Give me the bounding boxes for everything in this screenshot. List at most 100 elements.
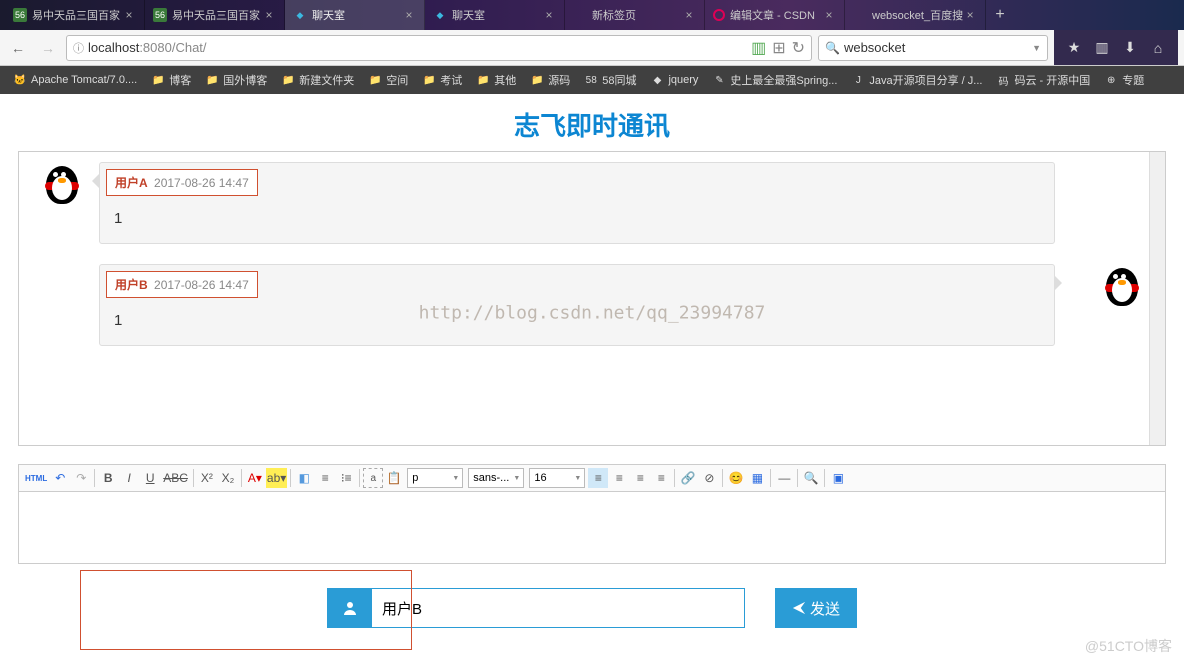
bookmark-label: 博客	[169, 72, 191, 88]
editor-toolbar: HTML ↶ ↷ B I U ABC X² X₂ A▾ ab▾ ◧ ≡ ⁝≡ a…	[18, 464, 1166, 492]
browser-tab[interactable]: 56易中天品三国百家×	[145, 0, 285, 30]
browser-tab[interactable]: 新标签页×	[565, 0, 705, 30]
fullscreen-button[interactable]: ▣	[828, 468, 848, 488]
find-button[interactable]: 🔍	[801, 468, 821, 488]
tab-title: websocket_百度搜	[872, 7, 963, 23]
redo-button[interactable]: ↷	[71, 468, 91, 488]
download-icon[interactable]: ⬇	[1120, 38, 1140, 58]
browser-tab[interactable]: ◆聊天室×	[285, 0, 425, 30]
paste-button[interactable]: 📋	[384, 468, 404, 488]
bookmark-item[interactable]: 🐱Apache Tomcat/7.0....	[8, 71, 142, 89]
message-body: 1	[100, 298, 1054, 345]
bookmark-icon: 📁	[205, 73, 219, 87]
qr-icon[interactable]: ⊞	[772, 38, 785, 58]
hr-button[interactable]: —	[774, 468, 794, 488]
bookmark-item[interactable]: 码码云 - 开源中国	[991, 70, 1095, 90]
bold-button[interactable]: B	[98, 468, 118, 488]
bookmark-item[interactable]: ◆ jquery	[645, 71, 703, 89]
reload-icon[interactable]: ↻	[792, 38, 805, 58]
close-icon[interactable]: ×	[402, 8, 416, 22]
bookmark-label: Apache Tomcat/7.0....	[31, 74, 137, 86]
bookmark-item[interactable]: JJava开源项目分享 / J...	[846, 70, 987, 90]
message-user: 用户B	[115, 278, 148, 292]
align-center-button[interactable]: ≡	[609, 468, 629, 488]
library-icon[interactable]: ▥	[1092, 38, 1112, 58]
bookmark-item[interactable]: ⊕专题	[1099, 70, 1149, 90]
tab-icon	[853, 8, 867, 22]
browser-tab[interactable]: ◆聊天室×	[425, 0, 565, 30]
editor-textarea[interactable]	[18, 492, 1166, 564]
align-justify-button[interactable]: ≡	[651, 468, 671, 488]
back-button[interactable]: ←	[6, 36, 30, 60]
tab-title: 编辑文章 - CSDN	[730, 7, 822, 23]
italic-button[interactable]: I	[119, 468, 139, 488]
bookmark-item[interactable]: 📁源码	[525, 70, 575, 90]
search-dropdown-icon[interactable]: ▼	[1032, 43, 1041, 53]
ul-button[interactable]: ⁝≡	[336, 468, 356, 488]
emoji-button[interactable]: 😊	[726, 468, 746, 488]
underline-button[interactable]: U	[140, 468, 160, 488]
star-icon[interactable]: ★	[1064, 38, 1084, 58]
format-select[interactable]: p	[407, 468, 463, 488]
size-select[interactable]: 16	[529, 468, 585, 488]
search-box[interactable]: 🔍 websocket ▼	[818, 35, 1048, 61]
chat-area: 用户A 2017-08-26 14:47 1 用户B 2017-08-26 14…	[18, 151, 1166, 446]
align-left-button[interactable]: ≡	[588, 468, 608, 488]
tab-title: 易中天品三国百家	[172, 7, 262, 23]
bookmark-icon: 📁	[151, 73, 165, 87]
select-button[interactable]: a	[363, 468, 383, 488]
url-bar[interactable]: ⓘ localhost :8080/Chat/ ▥ ⊞ ↻	[66, 35, 812, 61]
close-icon[interactable]: ×	[822, 8, 836, 22]
bookmark-item[interactable]: 📁其他	[471, 70, 521, 90]
bookmark-item[interactable]: 📁考试	[417, 70, 467, 90]
avatar	[39, 162, 85, 208]
tab-icon	[713, 9, 725, 21]
bookmark-item[interactable]: ✎史上最全最强Spring...	[707, 70, 842, 90]
strike-button[interactable]: ABC	[161, 468, 190, 488]
sup-button[interactable]: X²	[197, 468, 217, 488]
tab-title: 聊天室	[452, 7, 542, 23]
close-icon[interactable]: ×	[682, 8, 696, 22]
message-user: 用户A	[115, 176, 148, 190]
html-button[interactable]: HTML	[23, 468, 49, 488]
bookmark-item[interactable]: 📁 博客	[146, 70, 196, 90]
font-color-button[interactable]: A▾	[245, 468, 265, 488]
undo-button[interactable]: ↶	[50, 468, 70, 488]
browser-tab[interactable]: 56易中天品三国百家×	[5, 0, 145, 30]
bookmark-icon: ◆	[650, 73, 664, 87]
bg-color-button[interactable]: ab▾	[266, 468, 287, 488]
bookmark-item[interactable]: 📁国外博客	[200, 70, 272, 90]
browser-tab[interactable]: 编辑文章 - CSDN×	[705, 0, 845, 30]
shield-icon[interactable]: ▥	[751, 38, 766, 58]
close-icon[interactable]: ×	[262, 8, 276, 22]
tab-title: 易中天品三国百家	[32, 7, 122, 23]
message-bubble: 用户A 2017-08-26 14:47 1	[99, 162, 1055, 244]
bookmark-item[interactable]: 5858同城	[579, 70, 641, 90]
browser-tab[interactable]: websocket_百度搜×	[845, 0, 986, 30]
sub-button[interactable]: X₂	[218, 468, 238, 488]
bookmark-icon: 码	[996, 73, 1010, 87]
username-group	[327, 588, 745, 628]
nav-bar: ← → ⓘ localhost :8080/Chat/ ▥ ⊞ ↻ 🔍 webs…	[0, 30, 1184, 66]
link-button[interactable]: 🔗	[678, 468, 698, 488]
search-icon: 🔍	[825, 41, 840, 55]
bookmark-item[interactable]: 📁新建文件夹	[276, 70, 359, 90]
send-button[interactable]: 发送	[775, 588, 857, 628]
bookmark-label: 考试	[440, 72, 462, 88]
close-icon[interactable]: ×	[122, 8, 136, 22]
font-select[interactable]: sans-...	[468, 468, 524, 488]
home-icon[interactable]: ⌂	[1148, 38, 1168, 58]
eraser-button[interactable]: ◧	[294, 468, 314, 488]
align-right-button[interactable]: ≡	[630, 468, 650, 488]
close-icon[interactable]: ×	[963, 8, 977, 22]
bookmark-label: jquery	[668, 74, 698, 86]
unlink-button[interactable]: ⊘	[699, 468, 719, 488]
browser-tabs: 56易中天品三国百家×56易中天品三国百家×◆聊天室×◆聊天室×新标签页×编辑文…	[0, 0, 1184, 30]
image-button[interactable]: ▦	[747, 468, 767, 488]
newtab-button[interactable]: +	[986, 0, 1014, 30]
username-input[interactable]	[372, 589, 744, 627]
bookmark-item[interactable]: 📁空间	[363, 70, 413, 90]
forward-button[interactable]: →	[36, 36, 60, 60]
close-icon[interactable]: ×	[542, 8, 556, 22]
ol-button[interactable]: ≡	[315, 468, 335, 488]
